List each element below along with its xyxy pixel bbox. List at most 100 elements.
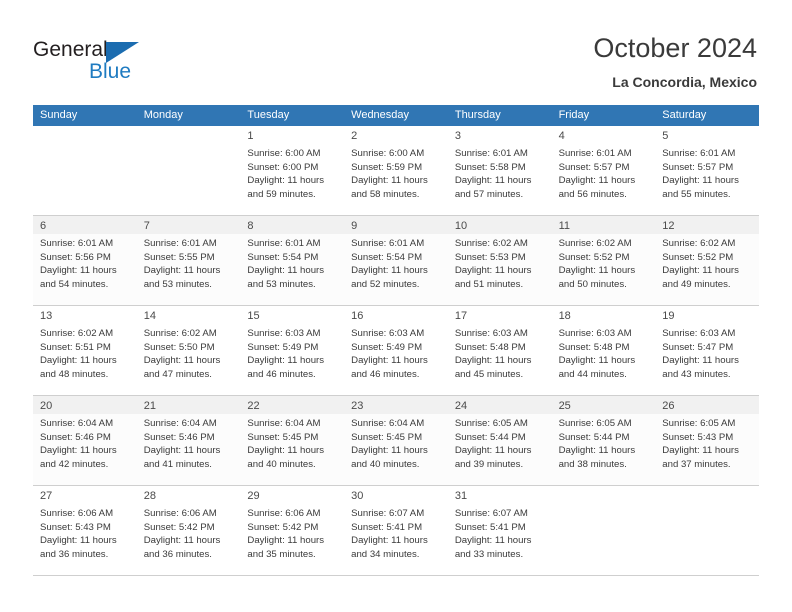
page-title: October 2024 <box>593 33 757 63</box>
daylight-text-1: Daylight: 11 hours <box>662 445 739 457</box>
weekday-tuesday: Tuesday <box>247 109 290 121</box>
day-cell[interactable]: 11 Sunrise: 6:02 AM Sunset: 5:52 PM Dayligh… <box>551 216 656 305</box>
sunset-text: Sunset: 5:56 PM <box>40 251 111 263</box>
day-cell[interactable]: 20 Sunrise: 6:04 AM Sunset: 5:46 PM Dayligh… <box>33 396 137 485</box>
day-cell[interactable]: 9 Sunrise: 6:01 AM Sunset: 5:54 PM Daylight… <box>344 216 448 305</box>
sunrise-text: Sunrise: 6:01 AM <box>143 238 217 249</box>
general-blue-logo[interactable]: General Blue <box>33 38 203 90</box>
day-number: 25 <box>558 400 571 412</box>
day-cell[interactable]: 2 Sunrise: 6:00 AM Sunset: 5:59 PM Daylight… <box>344 126 448 215</box>
sunrise-text: Sunrise: 6:06 AM <box>247 508 321 519</box>
sunrise-text: Sunrise: 6:00 AM <box>247 148 321 159</box>
day-cell[interactable]: 8 Sunrise: 6:01 AM Sunset: 5:54 PM Daylight… <box>240 216 345 305</box>
calendar-week-row: 27 Sunrise: 6:06 AM Sunset: 5:43 PM Dayligh… <box>33 486 759 576</box>
day-cell[interactable]: 28 Sunrise: 6:06 AM Sunset: 5:42 PM Dayligh… <box>136 486 241 575</box>
day-cell[interactable]: 7 Sunrise: 6:01 AM Sunset: 5:55 PM Daylight… <box>136 216 241 305</box>
day-cell[interactable]: 13 Sunrise: 6:02 AM Sunset: 5:51 PM Dayligh… <box>33 306 137 395</box>
daylight-text-2: and 49 minutes. <box>662 278 731 290</box>
page-header: General Blue October 2024 La Concordia, … <box>0 0 792 105</box>
daylight-text-2: and 40 minutes. <box>247 458 316 470</box>
daylight-text-1: Daylight: 11 hours <box>662 265 739 277</box>
calendar-page: General Blue October 2024 La Concordia, … <box>0 0 792 612</box>
day-number: 28 <box>143 490 156 502</box>
sunset-text: Sunset: 5:41 PM <box>454 521 526 533</box>
day-cell[interactable]: 3 Sunrise: 6:01 AM Sunset: 5:58 PM Daylight… <box>447 126 552 215</box>
sunrise-text: Sunrise: 6:01 AM <box>351 238 425 249</box>
sunset-text: Sunset: 5:50 PM <box>143 341 215 353</box>
day-cell[interactable]: 4 Sunrise: 6:01 AM Sunset: 5:57 PM Daylight… <box>551 126 656 215</box>
day-cell[interactable]: 23 Sunrise: 6:04 AM Sunset: 5:45 PM Dayligh… <box>344 396 448 485</box>
daylight-text-2: and 39 minutes. <box>454 458 524 470</box>
sunrise-text: Sunrise: 6:05 AM <box>662 418 736 429</box>
day-cell[interactable]: 27 Sunrise: 6:06 AM Sunset: 5:43 PM Dayligh… <box>33 486 137 575</box>
daylight-text-2: and 51 minutes. <box>454 278 524 290</box>
daylight-text-2: and 59 minutes. <box>247 188 316 200</box>
sunset-text: Sunset: 5:43 PM <box>40 521 111 533</box>
sunrise-text: Sunrise: 6:02 AM <box>454 238 528 249</box>
day-cell[interactable]: 10 Sunrise: 6:02 AM Sunset: 5:53 PM Dayligh… <box>447 216 552 305</box>
sunset-text: Sunset: 5:58 PM <box>454 161 526 173</box>
day-number: 7 <box>143 220 150 232</box>
daylight-text-2: and 47 minutes. <box>143 368 212 380</box>
day-cell[interactable]: 31 Sunrise: 6:07 AM Sunset: 5:41 PM Dayligh… <box>447 486 552 575</box>
sunrise-text: Sunrise: 6:01 AM <box>247 238 321 249</box>
daylight-text-1: Daylight: 11 hours <box>247 265 325 277</box>
daylight-text-2: and 36 minutes. <box>143 548 212 560</box>
day-number: 16 <box>351 310 364 322</box>
day-number: 29 <box>247 490 260 502</box>
daylight-text-1: Daylight: 11 hours <box>558 265 636 277</box>
calendar-week-row: 6 Sunrise: 6:01 AM Sunset: 5:56 PM Daylight… <box>33 216 759 306</box>
sunrise-text: Sunrise: 6:05 AM <box>454 418 528 429</box>
day-cell[interactable]: 12 Sunrise: 6:02 AM Sunset: 5:52 PM Dayligh… <box>655 216 759 305</box>
day-cell[interactable]: 29 Sunrise: 6:06 AM Sunset: 5:42 PM Dayligh… <box>240 486 345 575</box>
day-number: 11 <box>558 220 570 232</box>
daylight-text-1: Daylight: 11 hours <box>662 175 739 187</box>
sunrise-text: Sunrise: 6:06 AM <box>143 508 217 519</box>
day-cell[interactable]: 25 Sunrise: 6:05 AM Sunset: 5:44 PM Dayligh… <box>551 396 656 485</box>
daylight-text-2: and 46 minutes. <box>351 368 420 380</box>
sunrise-text: Sunrise: 6:03 AM <box>351 328 425 339</box>
day-number: 13 <box>40 310 53 322</box>
day-cell[interactable]: 15 Sunrise: 6:03 AM Sunset: 5:49 PM Dayligh… <box>240 306 345 395</box>
logo-text-general: General <box>33 38 108 61</box>
day-cell[interactable]: 18 Sunrise: 6:03 AM Sunset: 5:48 PM Dayligh… <box>551 306 656 395</box>
day-cell[interactable]: 5 Sunrise: 6:01 AM Sunset: 5:57 PM Daylight… <box>655 126 759 215</box>
daylight-text-1: Daylight: 11 hours <box>351 175 428 187</box>
page-subtitle: La Concordia, Mexico <box>612 74 757 90</box>
day-cell[interactable]: 21 Sunrise: 6:04 AM Sunset: 5:46 PM Dayligh… <box>136 396 241 485</box>
day-cell[interactable]: 30 Sunrise: 6:07 AM Sunset: 5:41 PM Dayligh… <box>344 486 448 575</box>
sunrise-text: Sunrise: 6:03 AM <box>662 328 736 339</box>
day-cell[interactable]: 26 Sunrise: 6:05 AM Sunset: 5:43 PM Dayligh… <box>655 396 759 485</box>
daylight-text-1: Daylight: 11 hours <box>143 535 221 547</box>
sunset-text: Sunset: 5:52 PM <box>662 251 734 263</box>
daylight-text-2: and 34 minutes. <box>351 548 420 560</box>
sunset-text: Sunset: 5:48 PM <box>454 341 526 353</box>
day-number: 23 <box>351 400 364 412</box>
day-cell[interactable]: 19 Sunrise: 6:03 AM Sunset: 5:47 PM Dayligh… <box>655 306 759 395</box>
daylight-text-1: Daylight: 11 hours <box>40 445 117 457</box>
daylight-text-1: Daylight: 11 hours <box>247 445 325 457</box>
daylight-text-2: and 46 minutes. <box>247 368 316 380</box>
daylight-text-1: Daylight: 11 hours <box>351 265 428 277</box>
day-number: 12 <box>662 220 675 232</box>
day-cell[interactable]: 16 Sunrise: 6:03 AM Sunset: 5:49 PM Dayligh… <box>344 306 448 395</box>
weekday-monday: Monday <box>143 109 183 121</box>
daylight-text-2: and 40 minutes. <box>351 458 420 470</box>
day-cell[interactable]: 6 Sunrise: 6:01 AM Sunset: 5:56 PM Daylight… <box>33 216 137 305</box>
sunset-text: Sunset: 5:47 PM <box>662 341 734 353</box>
calendar-week-row: 13 Sunrise: 6:02 AM Sunset: 5:51 PM Dayligh… <box>33 306 759 396</box>
day-cell[interactable]: 22 Sunrise: 6:04 AM Sunset: 5:45 PM Dayligh… <box>240 396 345 485</box>
sunrise-text: Sunrise: 6:05 AM <box>558 418 632 429</box>
day-cell[interactable]: 1 Sunrise: 6:00 AM Sunset: 6:00 PM Daylight… <box>240 126 345 215</box>
sunset-text: Sunset: 5:51 PM <box>40 341 111 353</box>
daylight-text-1: Daylight: 11 hours <box>247 535 325 547</box>
day-number: 30 <box>351 490 364 502</box>
sunset-text: Sunset: 5:52 PM <box>558 251 630 263</box>
day-number: 24 <box>454 400 468 412</box>
day-cell[interactable]: 14 Sunrise: 6:02 AM Sunset: 5:50 PM Dayligh… <box>136 306 241 395</box>
day-cell[interactable]: 24 Sunrise: 6:05 AM Sunset: 5:44 PM Dayligh… <box>447 396 552 485</box>
sunset-text: Sunset: 5:44 PM <box>454 431 526 443</box>
day-cell[interactable]: 17 Sunrise: 6:03 AM Sunset: 5:48 PM Dayligh… <box>447 306 552 395</box>
sunset-text: Sunset: 5:46 PM <box>143 431 215 443</box>
sunrise-text: Sunrise: 6:03 AM <box>247 328 321 339</box>
